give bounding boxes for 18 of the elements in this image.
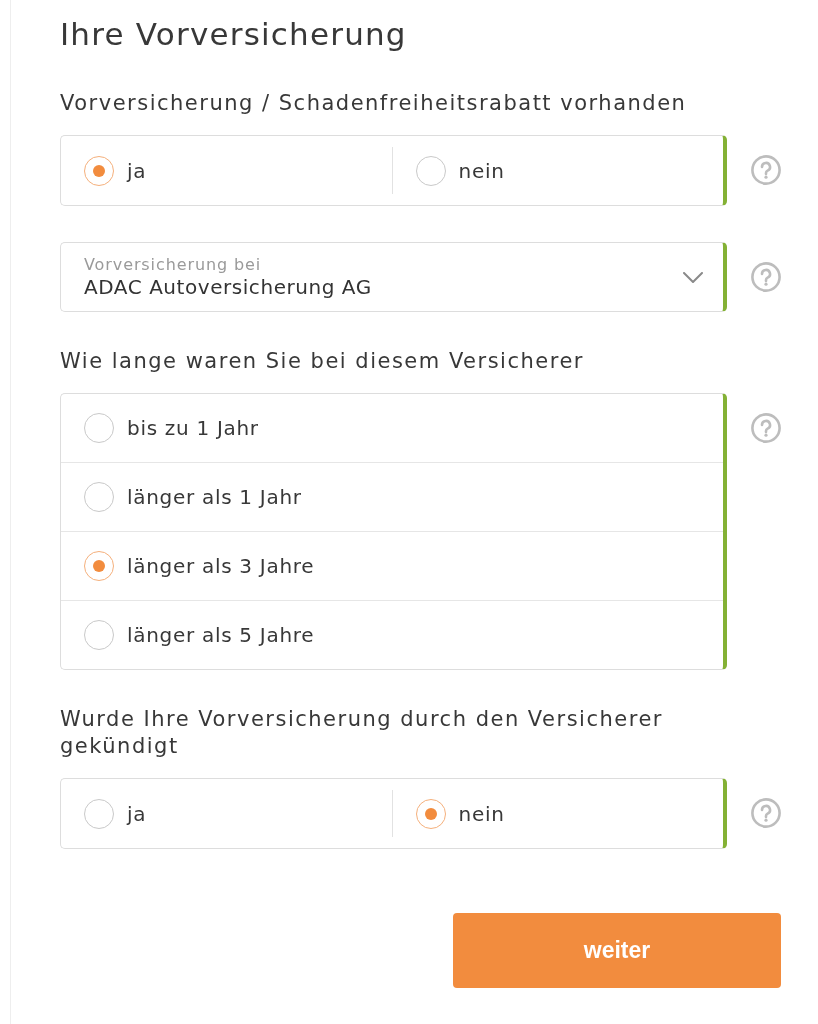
radio-option[interactable]: ja: [61, 779, 392, 848]
radio-option[interactable]: länger als 1 Jahr: [61, 462, 723, 531]
question-label: Wie lange waren Sie bei diesem Versicherer: [60, 348, 585, 375]
question-label: Wurde Ihre Vorversicherung durch den Versicherer gekündigt: [60, 706, 664, 760]
radio-option[interactable]: nein: [391, 790, 723, 837]
help-icon[interactable]: [751, 413, 781, 443]
radio-option[interactable]: länger als 5 Jahre: [61, 600, 723, 669]
radio-option[interactable]: bis zu 1 Jahr: [61, 394, 723, 462]
help-icon[interactable]: [751, 798, 781, 828]
help-icon[interactable]: [751, 262, 781, 292]
radio-option[interactable]: ja: [61, 136, 392, 205]
dropdown-field[interactable]: Vorversicherung bei ADAC Autoversicherung AG: [60, 242, 727, 312]
page-title: Ihre Vorversicherung: [60, 15, 408, 54]
question-label: Vorversicherung / Schadenfreiheitsrabatt vorhanden: [60, 90, 688, 117]
radio-option[interactable]: länger als 3 Jahre: [61, 531, 723, 600]
radio-option[interactable]: nein: [391, 147, 723, 194]
chevron-down-icon: [683, 271, 703, 283]
help-icon[interactable]: [751, 155, 781, 185]
